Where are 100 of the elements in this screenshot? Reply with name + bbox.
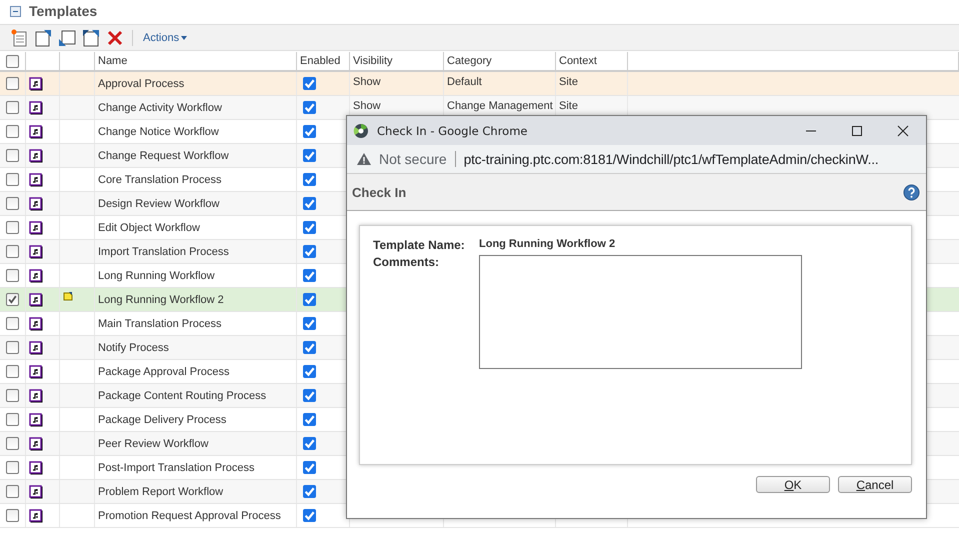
table-row[interactable]: Approval Process Show Default Site bbox=[0, 72, 959, 96]
row-checkbox[interactable] bbox=[6, 197, 19, 210]
template-name[interactable]: Main Translation Process bbox=[98, 318, 222, 330]
workflow-icon bbox=[29, 148, 43, 162]
column-header[interactable]: Category bbox=[444, 52, 556, 70]
template-name[interactable]: Package Delivery Process bbox=[98, 414, 226, 426]
workflow-icon bbox=[29, 124, 43, 138]
template-name[interactable]: Post-Import Translation Process bbox=[98, 462, 255, 474]
enabled-checkbox[interactable] bbox=[303, 125, 316, 138]
category-text: Default bbox=[447, 76, 482, 88]
row-checkbox[interactable] bbox=[6, 293, 19, 306]
delete-icon[interactable] bbox=[106, 28, 124, 46]
help-icon[interactable] bbox=[903, 184, 920, 200]
enabled-checkbox[interactable] bbox=[303, 461, 316, 474]
enabled-checkbox[interactable] bbox=[303, 413, 316, 426]
document-icon[interactable] bbox=[34, 28, 52, 46]
template-name[interactable]: Change Notice Workflow bbox=[98, 126, 219, 138]
column-header[interactable]: Context bbox=[556, 52, 628, 70]
security-label[interactable]: Not secure bbox=[379, 151, 447, 167]
row-checkbox[interactable] bbox=[6, 437, 19, 450]
template-name[interactable]: Core Translation Process bbox=[98, 174, 222, 186]
workflow-icon bbox=[29, 460, 43, 474]
row-checkbox[interactable] bbox=[6, 365, 19, 378]
workflow-icon bbox=[29, 76, 43, 90]
workflow-icon bbox=[29, 268, 43, 282]
row-checkbox[interactable] bbox=[6, 413, 19, 426]
template-name[interactable]: Edit Object Workflow bbox=[98, 222, 200, 234]
workflow-icon bbox=[29, 364, 43, 378]
document-icon[interactable] bbox=[58, 28, 76, 46]
row-checkbox[interactable] bbox=[6, 509, 19, 522]
enabled-checkbox[interactable] bbox=[303, 101, 316, 114]
window-title: Check In - Google Chrome bbox=[377, 124, 528, 138]
template-name[interactable]: Approval Process bbox=[98, 78, 184, 90]
dialog-title: Check In bbox=[352, 184, 406, 200]
document-icon[interactable] bbox=[82, 28, 100, 46]
enabled-checkbox[interactable] bbox=[303, 245, 316, 258]
template-name[interactable]: Change Activity Workflow bbox=[98, 102, 222, 114]
enabled-checkbox[interactable] bbox=[303, 317, 316, 330]
column-header[interactable]: Enabled bbox=[297, 52, 350, 70]
collapse-toggle[interactable] bbox=[10, 6, 21, 16]
template-name[interactable]: Long Running Workflow bbox=[98, 270, 215, 282]
row-checkbox[interactable] bbox=[6, 341, 19, 354]
field-label: Comments: bbox=[373, 255, 440, 269]
comments-field[interactable] bbox=[479, 255, 802, 369]
enabled-checkbox[interactable] bbox=[303, 269, 316, 282]
enabled-checkbox[interactable] bbox=[303, 77, 316, 90]
close-icon[interactable] bbox=[897, 124, 909, 136]
enabled-checkbox[interactable] bbox=[303, 365, 316, 378]
workflow-icon bbox=[29, 340, 43, 354]
row-checkbox[interactable] bbox=[6, 173, 19, 186]
url-text[interactable]: ptc-training.ptc.com:8181/Windchill/ptc1/wfTemplateAdmin/checkinW... bbox=[464, 152, 879, 166]
field-label: Template Name: bbox=[373, 238, 466, 252]
workflow-icon bbox=[29, 100, 43, 114]
enabled-checkbox[interactable] bbox=[303, 509, 316, 522]
ok-button[interactable]: OK bbox=[756, 476, 830, 493]
visibility-text: Show bbox=[353, 100, 381, 112]
row-checkbox[interactable] bbox=[6, 317, 19, 330]
template-name[interactable]: Package Content Routing Process bbox=[98, 390, 266, 402]
template-name[interactable]: Change Request Workflow bbox=[98, 150, 229, 162]
enabled-checkbox[interactable] bbox=[303, 437, 316, 450]
enabled-checkbox[interactable] bbox=[303, 173, 316, 186]
template-name[interactable]: Peer Review Workflow bbox=[98, 438, 208, 450]
row-checkbox[interactable] bbox=[6, 461, 19, 474]
row-checkbox[interactable] bbox=[6, 221, 19, 234]
row-checkbox[interactable] bbox=[6, 269, 19, 282]
enabled-checkbox[interactable] bbox=[303, 149, 316, 162]
maximize-icon[interactable] bbox=[851, 124, 863, 136]
column-header[interactable]: Name bbox=[95, 52, 297, 70]
enabled-checkbox[interactable] bbox=[303, 197, 316, 210]
enabled-checkbox[interactable] bbox=[303, 293, 316, 306]
row-checkbox[interactable] bbox=[6, 125, 19, 138]
template-name[interactable]: Design Review Workflow bbox=[98, 198, 220, 210]
actions-menu[interactable]: Actions bbox=[141, 32, 190, 44]
template-name[interactable]: Problem Report Workflow bbox=[98, 486, 224, 498]
enabled-checkbox[interactable] bbox=[303, 389, 316, 402]
row-checkbox[interactable] bbox=[6, 245, 19, 258]
row-checkbox[interactable] bbox=[6, 389, 19, 402]
select-all-checkbox[interactable] bbox=[6, 54, 19, 68]
template-name[interactable]: Package Approval Process bbox=[98, 366, 230, 378]
template-name[interactable]: Import Translation Process bbox=[98, 246, 229, 258]
visibility-text: Show bbox=[353, 76, 381, 88]
template-name[interactable]: Long Running Workflow 2 bbox=[98, 294, 224, 306]
workflow-icon bbox=[29, 388, 43, 402]
row-checkbox[interactable] bbox=[6, 485, 19, 498]
category-text: Change Management bbox=[447, 100, 553, 112]
enabled-checkbox[interactable] bbox=[303, 341, 316, 354]
row-checkbox[interactable] bbox=[6, 77, 19, 90]
row-checkbox[interactable] bbox=[6, 149, 19, 162]
new-document-icon[interactable] bbox=[10, 28, 28, 46]
cancel-button[interactable]: Cancel bbox=[838, 476, 912, 493]
template-name[interactable]: Notify Process bbox=[98, 342, 169, 354]
enabled-checkbox[interactable] bbox=[303, 485, 316, 498]
workflow-icon bbox=[29, 412, 43, 426]
field-value: Long Running Workflow 2 bbox=[479, 238, 616, 250]
workflow-icon bbox=[29, 484, 43, 498]
workflow-icon bbox=[29, 196, 43, 210]
enabled-checkbox[interactable] bbox=[303, 221, 316, 234]
column-header[interactable]: Visibility bbox=[350, 52, 444, 70]
template-name[interactable]: Promotion Request Approval Process bbox=[98, 510, 281, 522]
row-checkbox[interactable] bbox=[6, 101, 19, 114]
